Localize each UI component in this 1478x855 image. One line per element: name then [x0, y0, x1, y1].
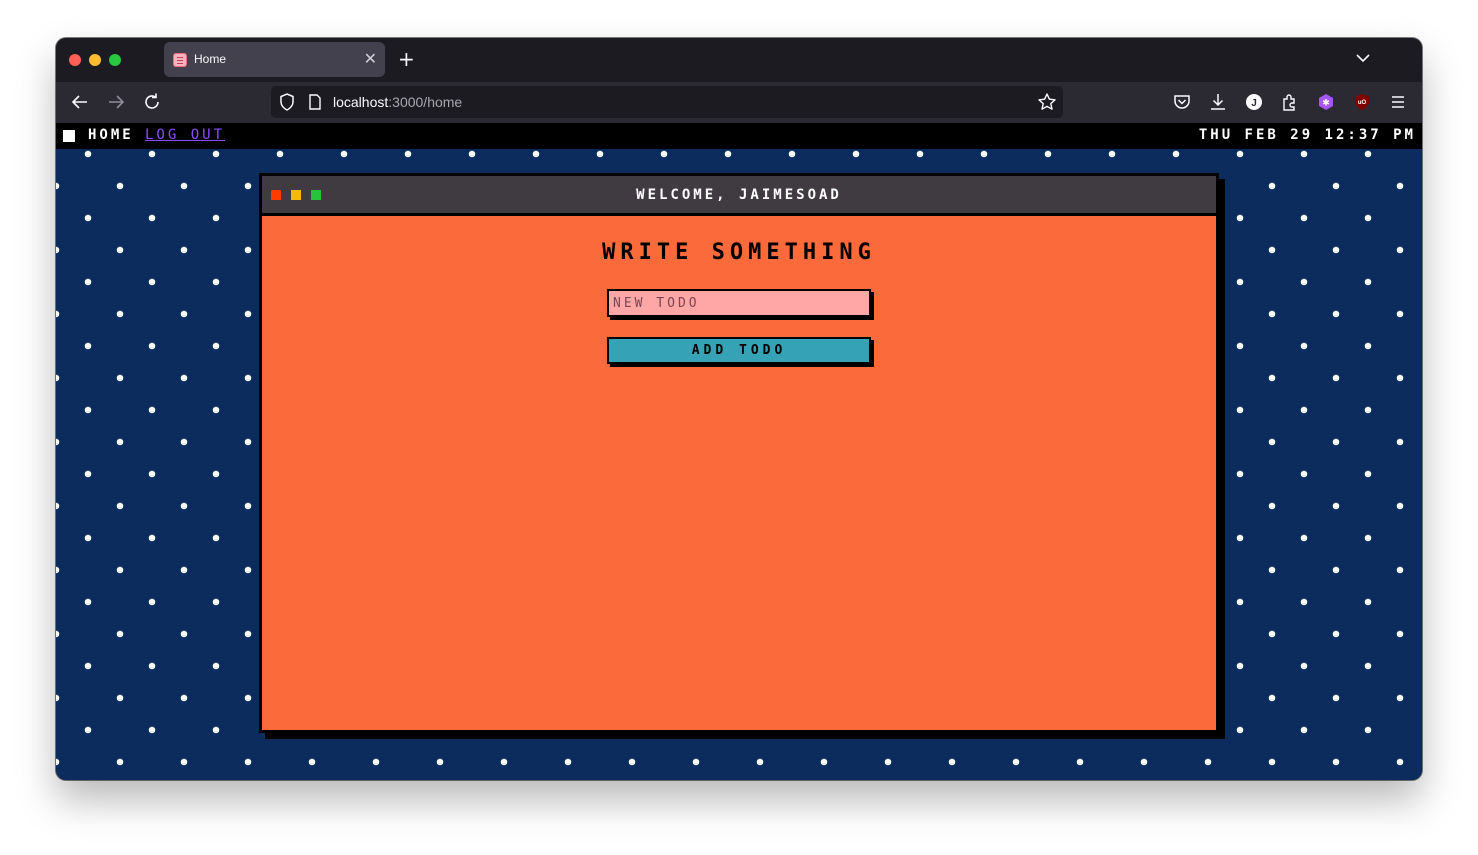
app-menubar: HOME LOG OUT THU FEB 29 12:37 PM	[56, 123, 1422, 149]
home-link[interactable]: HOME	[88, 127, 134, 143]
arrow-left-icon[interactable]	[69, 91, 91, 113]
tab-strip: Home ✕ +	[56, 38, 1422, 82]
url-text[interactable]: localhost:3000/home	[333, 94, 462, 110]
ublock-icon[interactable]: uO	[1351, 91, 1373, 113]
star-icon[interactable]	[1037, 92, 1057, 112]
arrow-right-icon[interactable]	[105, 91, 127, 113]
svg-text:uO: uO	[1358, 100, 1367, 106]
account-icon[interactable]: J	[1243, 91, 1265, 113]
tab-title: Home	[194, 52, 227, 66]
menu-icon[interactable]	[1387, 91, 1409, 113]
add-todo-button[interactable]: ADD TODO	[607, 337, 871, 364]
url-path: :3000/home	[388, 94, 463, 110]
navigation-toolbar: localhost:3000/home J ✱ uO	[56, 82, 1422, 123]
menu-square-icon	[63, 130, 75, 142]
browser-window: Home ✕ + localhost:3000/home J ✱ uO HOME…	[56, 38, 1422, 780]
zoom-window-button[interactable]	[109, 54, 121, 66]
minimize-window-button[interactable]	[89, 54, 101, 66]
url-bar[interactable]: localhost:3000/home	[271, 86, 1063, 118]
plus-icon[interactable]: +	[398, 48, 415, 70]
welcome-window: WELCOME, JAIMESOAD WRITE SOMETHING ADD T…	[259, 173, 1219, 733]
svg-text:J: J	[1251, 98, 1257, 109]
shield-icon[interactable]	[279, 93, 295, 111]
new-todo-input[interactable]	[607, 289, 871, 317]
pocket-icon[interactable]	[1171, 91, 1193, 113]
window-titlebar: WELCOME, JAIMESOAD	[262, 176, 1216, 216]
close-icon[interactable]: ✕	[364, 49, 377, 69]
tab-home[interactable]: Home ✕	[164, 42, 385, 77]
chevron-down-icon[interactable]	[1356, 51, 1370, 65]
extensions-icon[interactable]	[1279, 91, 1301, 113]
window-title: WELCOME, JAIMESOAD	[636, 187, 842, 203]
clock: THU FEB 29 12:37 PM	[1198, 127, 1416, 143]
download-icon[interactable]	[1207, 91, 1229, 113]
svg-text:✱: ✱	[1322, 99, 1330, 109]
reload-icon[interactable]	[141, 91, 163, 113]
page-favicon-icon	[173, 53, 187, 67]
extension-purple-icon[interactable]: ✱	[1315, 91, 1337, 113]
page-content: HOME LOG OUT THU FEB 29 12:37 PM WELCOME…	[56, 123, 1422, 780]
page-heading: WRITE SOMETHING	[602, 240, 876, 265]
logout-link[interactable]: LOG OUT	[145, 127, 225, 143]
close-window-button[interactable]	[69, 54, 81, 66]
page-icon[interactable]	[308, 94, 322, 110]
url-host: localhost	[333, 94, 389, 110]
